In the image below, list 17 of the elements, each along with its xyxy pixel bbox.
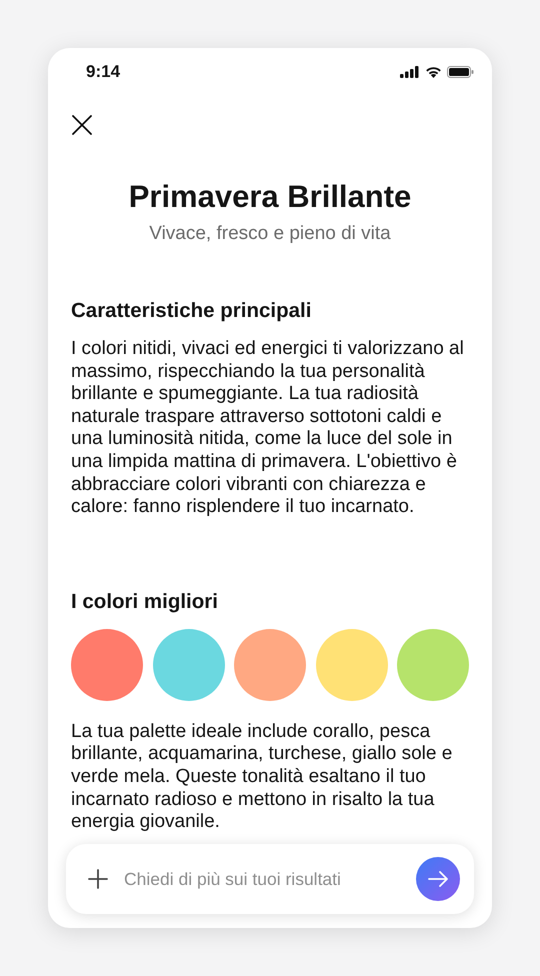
add-button[interactable] <box>88 869 108 889</box>
wifi-icon <box>425 66 442 78</box>
plus-icon <box>88 869 108 889</box>
close-button[interactable] <box>71 114 93 136</box>
close-icon <box>71 114 93 136</box>
section-heading: Caratteristiche principali <box>71 298 312 324</box>
section-heading: I colori migliori <box>71 588 219 615</box>
body-paragraph: I colori nitidi, vivaci ed energici ti valorizzano al massimo, rispecchiando la tua personalità brillante e spumeggiante. La tua radiosità naturale traspare attraverso sottotoni caldi e una luminosità nitida, come la luce del sole in una limpida mattina di primavera. L'obiettivo è abbracciare colori vibranti con chiarezza e calore: fanno risplendere il tuo incarnato. <box>71 338 465 519</box>
arrow-icon <box>427 868 449 890</box>
status-time: 9:14 <box>86 62 120 82</box>
body-paragraph: La tua palette ideale include corallo, pesca brillante, acquamarina, turchese, giallo sole e verde mela. Queste tonalità esaltano il tuo incarnato radioso e mettono in risalto la tua energia giovanile. <box>71 720 454 834</box>
battery-icon <box>447 66 474 78</box>
result-subtitle: Vivace, fresco e pieno di vita <box>148 222 392 246</box>
question-input-field[interactable]: Chiedi di più sui tuoi risultati <box>122 868 402 890</box>
result-title: Primavera Brillante <box>128 178 412 216</box>
signal-icon <box>400 66 420 78</box>
send-button[interactable] <box>416 857 460 901</box>
